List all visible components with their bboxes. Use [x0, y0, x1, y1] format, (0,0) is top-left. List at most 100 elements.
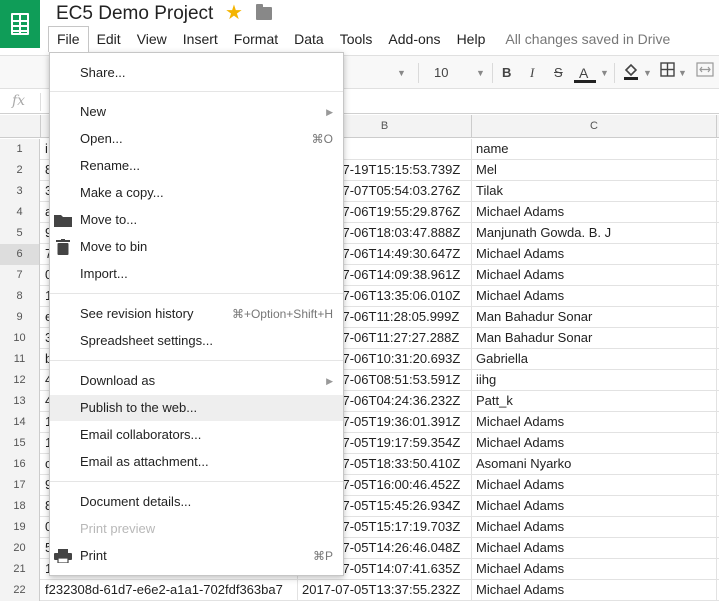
row-header[interactable]: 22	[0, 580, 40, 601]
cell-column-c[interactable]: Michael Adams	[472, 559, 717, 580]
cell-column-c[interactable]: Michael Adams	[472, 244, 717, 265]
cell-column-c[interactable]: Michael Adams	[472, 580, 717, 601]
row-header[interactable]: 21	[0, 559, 40, 580]
menu-open[interactable]: Open... ⌘O	[50, 126, 343, 152]
font-size-chevron-down-icon[interactable]: ▼	[476, 62, 485, 84]
trash-icon	[54, 234, 70, 264]
menu-share-label: Share...	[80, 65, 126, 80]
row-header[interactable]: 5	[0, 223, 40, 244]
menu-download-as[interactable]: Download as ▶	[50, 368, 343, 394]
menu-help[interactable]: Help	[449, 26, 494, 52]
menu-print-label: Print	[80, 548, 107, 563]
row-header[interactable]: 4	[0, 202, 40, 223]
borders-icon[interactable]	[660, 62, 675, 84]
cell-column-c[interactable]: Tilak	[472, 181, 717, 202]
menu-move-to-bin[interactable]: Move to bin	[50, 234, 343, 260]
font-size-dropdown[interactable]: 10	[434, 62, 448, 84]
menu-make-copy-label: Make a copy...	[80, 185, 164, 200]
row-header[interactable]: 20	[0, 538, 40, 559]
folder-icon[interactable]	[256, 4, 272, 20]
menu-email-attachment[interactable]: Email as attachment...	[50, 449, 343, 475]
menu-spreadsheet-settings[interactable]: Spreadsheet settings...	[50, 328, 343, 354]
menu-view[interactable]: View	[129, 26, 175, 52]
menu-publish-to-web[interactable]: Publish to the web...	[50, 395, 343, 421]
document-title[interactable]: EC5 Demo Project	[56, 3, 213, 25]
cell-column-c[interactable]: Man Bahadur Sonar	[472, 328, 717, 349]
menu-format[interactable]: Format	[226, 26, 286, 52]
menu-import[interactable]: Import...	[50, 261, 343, 287]
row-header[interactable]: 10	[0, 328, 40, 349]
cell-column-c[interactable]: Michael Adams	[472, 496, 717, 517]
row-header[interactable]: 19	[0, 517, 40, 538]
cell-column-c[interactable]: Man Bahadur Sonar	[472, 307, 717, 328]
row-header[interactable]: 17	[0, 475, 40, 496]
cell-column-c[interactable]: Gabriella	[472, 349, 717, 370]
menu-addons[interactable]: Add-ons	[380, 26, 448, 52]
strikethrough-button[interactable]: S	[554, 62, 563, 84]
menu-share[interactable]: Share...	[50, 60, 343, 86]
row-header[interactable]: 11	[0, 349, 40, 370]
italic-button[interactable]: I	[530, 62, 534, 84]
select-all-corner[interactable]	[0, 115, 41, 138]
cell-column-c[interactable]: Michael Adams	[472, 412, 717, 433]
row-header[interactable]: 9	[0, 307, 40, 328]
cell-column-c[interactable]: Michael Adams	[472, 475, 717, 496]
menu-revision-history-label: See revision history	[80, 306, 194, 321]
row-header[interactable]: 16	[0, 454, 40, 475]
bold-button[interactable]: B	[502, 62, 511, 84]
row-header[interactable]: 7	[0, 265, 40, 286]
menu-data[interactable]: Data	[286, 26, 332, 52]
cell-column-c[interactable]: Michael Adams	[472, 517, 717, 538]
menu-tools[interactable]: Tools	[332, 26, 381, 52]
menu-move-to[interactable]: Move to...	[50, 207, 343, 233]
row-header[interactable]: 1	[0, 139, 40, 160]
menu-rename-label: Rename...	[80, 158, 140, 173]
file-menu: Share... New ▶ Open... ⌘O Rename... Make a…	[49, 52, 344, 576]
menu-insert[interactable]: Insert	[175, 26, 226, 52]
menu-file[interactable]: File	[48, 26, 89, 52]
cell-column-c[interactable]: Manjunath Gowda. B. J	[472, 223, 717, 244]
font-family-chevron-down-icon[interactable]: ▼	[397, 62, 406, 84]
row-header[interactable]: 2	[0, 160, 40, 181]
menu-document-details[interactable]: Document details...	[50, 489, 343, 515]
cell-column-c[interactable]: iihg	[472, 370, 717, 391]
menu-email-collaborators[interactable]: Email collaborators...	[50, 422, 343, 448]
text-color-chevron-down-icon[interactable]: ▼	[600, 62, 609, 84]
row-header[interactable]: 13	[0, 391, 40, 412]
cell-column-c[interactable]: name	[472, 139, 717, 160]
cell-column-b[interactable]: 2017-07-05T13:37:55.232Z	[298, 580, 472, 601]
fill-color-icon[interactable]	[622, 62, 640, 84]
cell-column-c[interactable]: Mel	[472, 160, 717, 181]
row-header[interactable]: 15	[0, 433, 40, 454]
menu-spreadsheet-settings-label: Spreadsheet settings...	[80, 333, 213, 348]
sheets-logo-icon[interactable]	[0, 0, 40, 48]
menu-new[interactable]: New ▶	[50, 99, 343, 125]
row-header[interactable]: 12	[0, 370, 40, 391]
row-header[interactable]: 3	[0, 181, 40, 202]
row-header[interactable]: 14	[0, 412, 40, 433]
menu-make-copy[interactable]: Make a copy...	[50, 180, 343, 206]
menu-move-to-label: Move to...	[80, 212, 138, 227]
cell-column-c[interactable]: Patt_k	[472, 391, 717, 412]
row-header[interactable]: 6	[0, 244, 40, 265]
cell-column-c[interactable]: Michael Adams	[472, 202, 717, 223]
cell-column-c[interactable]: Michael Adams	[472, 265, 717, 286]
submenu-arrow-icon: ▶	[326, 107, 333, 117]
borders-chevron-down-icon[interactable]: ▼	[678, 62, 687, 84]
cell-column-c[interactable]: Michael Adams	[472, 538, 717, 559]
menu-revision-history[interactable]: See revision history ⌘+Option+Shift+H	[50, 301, 343, 327]
cell-column-c[interactable]: Michael Adams	[472, 286, 717, 307]
cell-column-c[interactable]: Asomani Nyarko	[472, 454, 717, 475]
cell-column-c[interactable]: Michael Adams	[472, 433, 717, 454]
cell-column-a[interactable]: f232308d-61d7-e6e2-a1a1-702fdf363ba7	[41, 580, 298, 601]
menu-edit[interactable]: Edit	[89, 26, 129, 52]
row-header[interactable]: 18	[0, 496, 40, 517]
merge-cells-icon[interactable]	[696, 62, 714, 84]
menu-rename[interactable]: Rename...	[50, 153, 343, 179]
star-icon[interactable]: ★	[225, 2, 243, 24]
column-header-c[interactable]: C	[472, 115, 717, 138]
menu-print[interactable]: Print ⌘P	[50, 543, 343, 569]
row-header[interactable]: 8	[0, 286, 40, 307]
fill-color-chevron-down-icon[interactable]: ▼	[643, 62, 652, 84]
menu-new-label: New	[80, 104, 107, 119]
